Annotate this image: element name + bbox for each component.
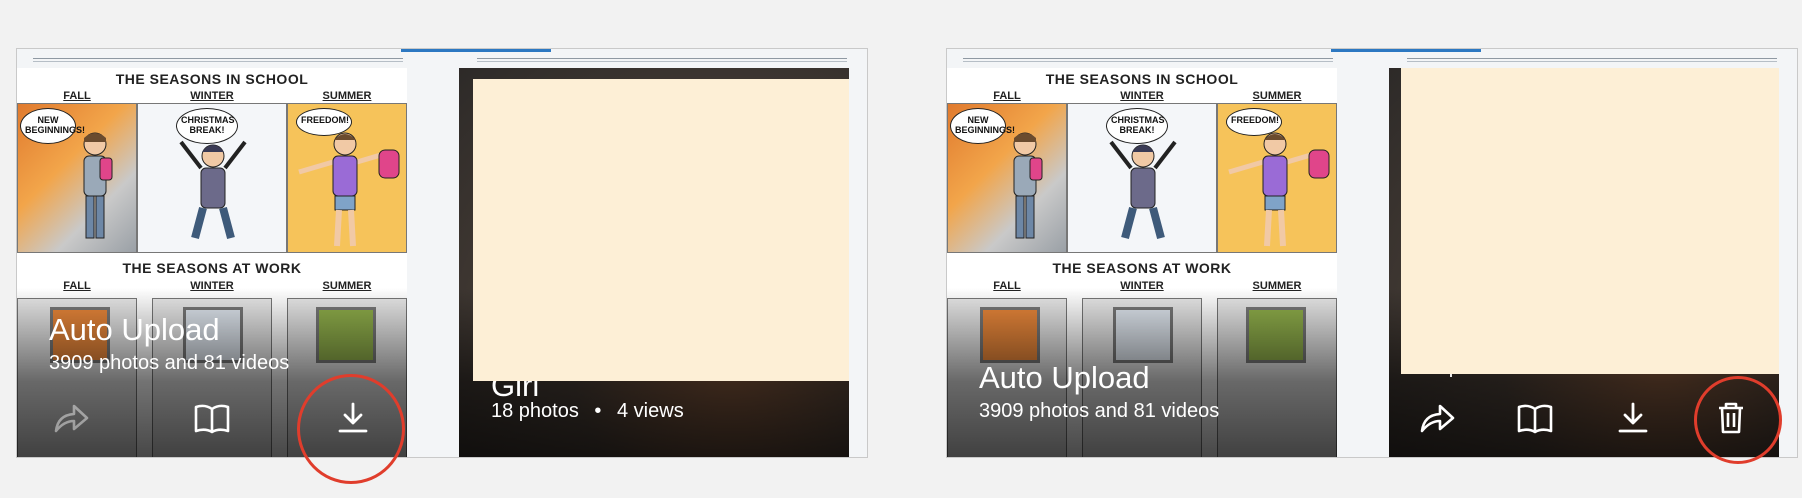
speech-bubble: NEW BEGINNINGS! (20, 108, 85, 144)
comic-panel-fall: NEW BEGINNINGS! (17, 103, 137, 253)
share-icon (1420, 404, 1455, 433)
comic-panel-winter: CHRISTMAS BREAK! (1067, 103, 1217, 253)
stats-separator: • (594, 400, 602, 422)
toolbar-divider (963, 58, 1333, 59)
share-button[interactable] (49, 398, 93, 438)
photo-count: 18 photos (491, 400, 579, 422)
album-title: Auto Upload (49, 312, 220, 347)
toolbar-strip (17, 49, 867, 67)
book-icon (1517, 404, 1553, 434)
student-figure-icon (179, 140, 247, 240)
student-figure-icon (83, 132, 113, 239)
download-button[interactable] (1611, 398, 1655, 438)
loading-progress-bar (1331, 49, 1481, 52)
redaction-overlay (1401, 68, 1779, 374)
comic-title-bottom: THE SEASONS AT WORK (1052, 260, 1232, 276)
album-card-girl[interactable]: Girl 18 photos • 4 views (459, 68, 849, 457)
toolbar-divider (1407, 58, 1777, 59)
comic-title-bottom: THE SEASONS AT WORK (122, 260, 302, 276)
comic-season-fall: FALL (993, 90, 1021, 102)
toolbar-divider (477, 58, 847, 59)
album-grid-right: THE SEASONS IN SCHOOL FALL WINTER SUMMER… (946, 48, 1798, 458)
album-subtitle: 3909 photos and 81 videos (49, 352, 290, 374)
highlight-circle-delete (1694, 376, 1782, 464)
redaction-overlay (473, 79, 849, 381)
toolbar-divider (33, 61, 403, 62)
loading-progress-bar (401, 49, 551, 52)
toolbar-strip (947, 49, 1797, 67)
view-count: 4 views (617, 400, 684, 422)
comic-title-top: THE SEASONS IN SCHOOL (115, 71, 309, 87)
student-figure-icon (1013, 132, 1043, 239)
comic-panel-winter: CHRISTMAS BREAK! (137, 103, 287, 253)
share-button[interactable] (1415, 398, 1459, 438)
album-stats: 18 photos • 4 views (491, 400, 684, 423)
comic-season-winter: WINTER (190, 90, 234, 102)
comic-panel-summer: FREEDOM! (1217, 103, 1337, 253)
comic-panel-summer: FREEDOM! (287, 103, 407, 253)
comic-season-fall: FALL (63, 90, 91, 102)
highlight-circle-download (297, 374, 405, 484)
speech-bubble: NEW BEGINNINGS! (950, 108, 1015, 144)
student-figure-icon (1109, 140, 1177, 240)
download-icon (1618, 402, 1648, 433)
share-icon (54, 404, 89, 433)
open-album-button[interactable] (190, 398, 234, 438)
toolbar-divider (477, 61, 847, 62)
album-grid-left: THE SEASONS IN SCHOOL FALL WINTER SUMMER… (16, 48, 868, 458)
comic-title-top: THE SEASONS IN SCHOOL (1045, 71, 1239, 87)
toolbar-divider (33, 58, 403, 59)
album-subtitle: 3909 photos and 81 videos (979, 400, 1220, 422)
student-figure-icon (1228, 132, 1330, 247)
comic-season-summer: SUMMER (322, 90, 372, 102)
album-card-auto-upload[interactable]: THE SEASONS IN SCHOOL FALL WINTER SUMMER… (947, 68, 1337, 457)
album-title: Auto Upload (979, 360, 1150, 395)
open-album-button[interactable] (1513, 398, 1557, 438)
toolbar-divider (1407, 61, 1777, 62)
comic-season-summer: SUMMER (1252, 90, 1302, 102)
comic-panel-fall: NEW BEGINNINGS! (947, 103, 1067, 253)
student-figure-icon (298, 132, 400, 247)
toolbar-divider (963, 61, 1333, 62)
comic-season-winter: WINTER (1120, 90, 1164, 102)
book-icon (194, 404, 230, 434)
